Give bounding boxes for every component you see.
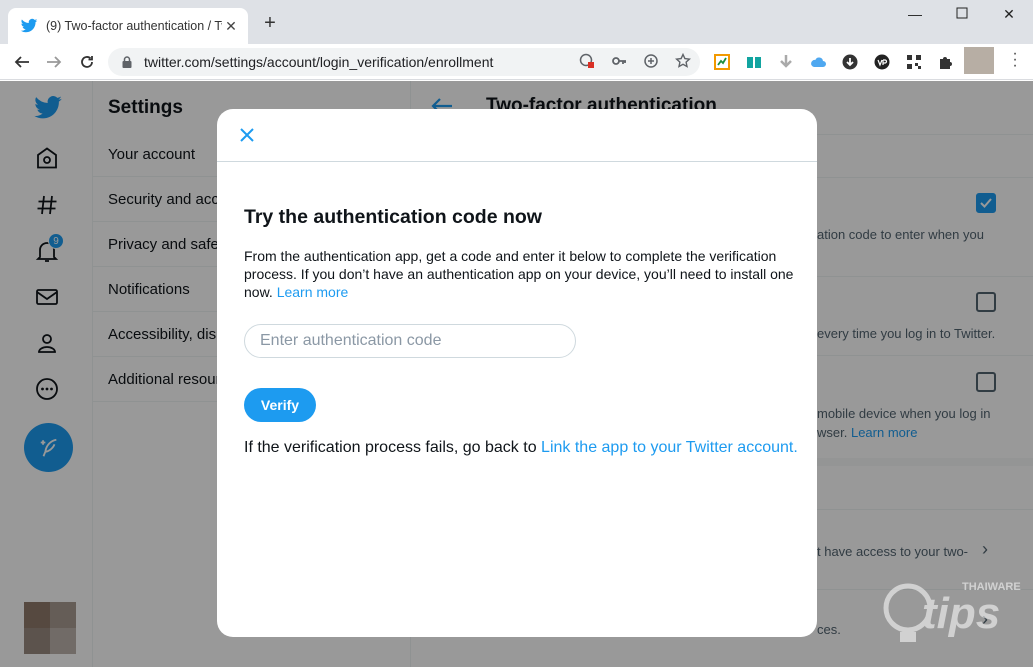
watermark-main-text: tips bbox=[922, 589, 1000, 638]
tab-title: (9) Two-factor authentication / Tw bbox=[46, 19, 222, 33]
extension-colorful-icon[interactable] bbox=[713, 53, 731, 71]
tab-close-icon[interactable]: ✕ bbox=[222, 18, 240, 35]
authentication-code-modal: Try the authentication code now From the… bbox=[217, 109, 817, 637]
new-tab-button[interactable]: + bbox=[260, 13, 280, 33]
browser-menu-icon[interactable]: · · · bbox=[1012, 46, 1018, 74]
browser-tab[interactable]: (9) Two-factor authentication / Tw ✕ bbox=[8, 8, 248, 44]
modal-close-icon[interactable] bbox=[235, 123, 259, 147]
extension-cloud-icon[interactable] bbox=[809, 53, 827, 71]
bookmark-star-icon[interactable] bbox=[674, 52, 692, 70]
thaiware-tips-watermark-logo: tips THAIWARE bbox=[883, 581, 1021, 642]
extensions-puzzle-icon[interactable] bbox=[937, 53, 955, 71]
profile-avatar[interactable] bbox=[964, 47, 994, 74]
back-arrow-icon[interactable] bbox=[10, 50, 34, 74]
browser-titlebar: (9) Two-factor authentication / Tw ✕ + —… bbox=[0, 0, 1033, 44]
url-text: twitter.com/settings/account/login_verif… bbox=[144, 54, 494, 70]
browser-toolbar: twitter.com/settings/account/login_verif… bbox=[0, 44, 1033, 80]
link-app-link[interactable]: Link the app to your Twitter account. bbox=[541, 439, 798, 456]
extension-qr-icon[interactable] bbox=[905, 53, 923, 71]
modal-heading: Try the authentication code now bbox=[244, 206, 542, 228]
maximize-icon[interactable] bbox=[952, 6, 972, 22]
fail-note-text: If the verification process fails, go ba… bbox=[244, 439, 537, 456]
forward-arrow-icon[interactable] bbox=[42, 50, 66, 74]
verify-button[interactable]: Verify bbox=[244, 388, 316, 422]
key-icon[interactable] bbox=[610, 52, 628, 70]
reload-icon[interactable] bbox=[75, 50, 99, 74]
modal-description: From the authentication app, get a code … bbox=[244, 247, 804, 301]
extension-download-arrow-icon[interactable] bbox=[777, 53, 795, 71]
authentication-code-input[interactable] bbox=[244, 324, 576, 358]
window-close-icon[interactable]: ✕ bbox=[999, 6, 1019, 23]
minimize-icon[interactable]: — bbox=[905, 6, 925, 22]
watermark-top-text: THAIWARE bbox=[962, 581, 1021, 593]
lock-icon bbox=[122, 56, 132, 68]
verification-fail-note: If the verification process fails, go ba… bbox=[244, 439, 798, 457]
twitter-favicon-icon bbox=[20, 18, 38, 33]
learn-more-link[interactable]: Learn more bbox=[277, 284, 349, 300]
modal-header bbox=[217, 109, 817, 162]
zoom-icon[interactable] bbox=[642, 52, 660, 70]
twitter-page: 9 Settings Your account Security and acc… bbox=[0, 81, 1033, 667]
address-bar[interactable]: twitter.com/settings/account/login_verif… bbox=[108, 48, 700, 76]
extension-vpn-icon[interactable] bbox=[873, 53, 891, 71]
blocked-content-icon[interactable] bbox=[578, 52, 596, 70]
extension-book-icon[interactable] bbox=[745, 53, 763, 71]
extension-download-circle-icon[interactable] bbox=[841, 53, 859, 71]
